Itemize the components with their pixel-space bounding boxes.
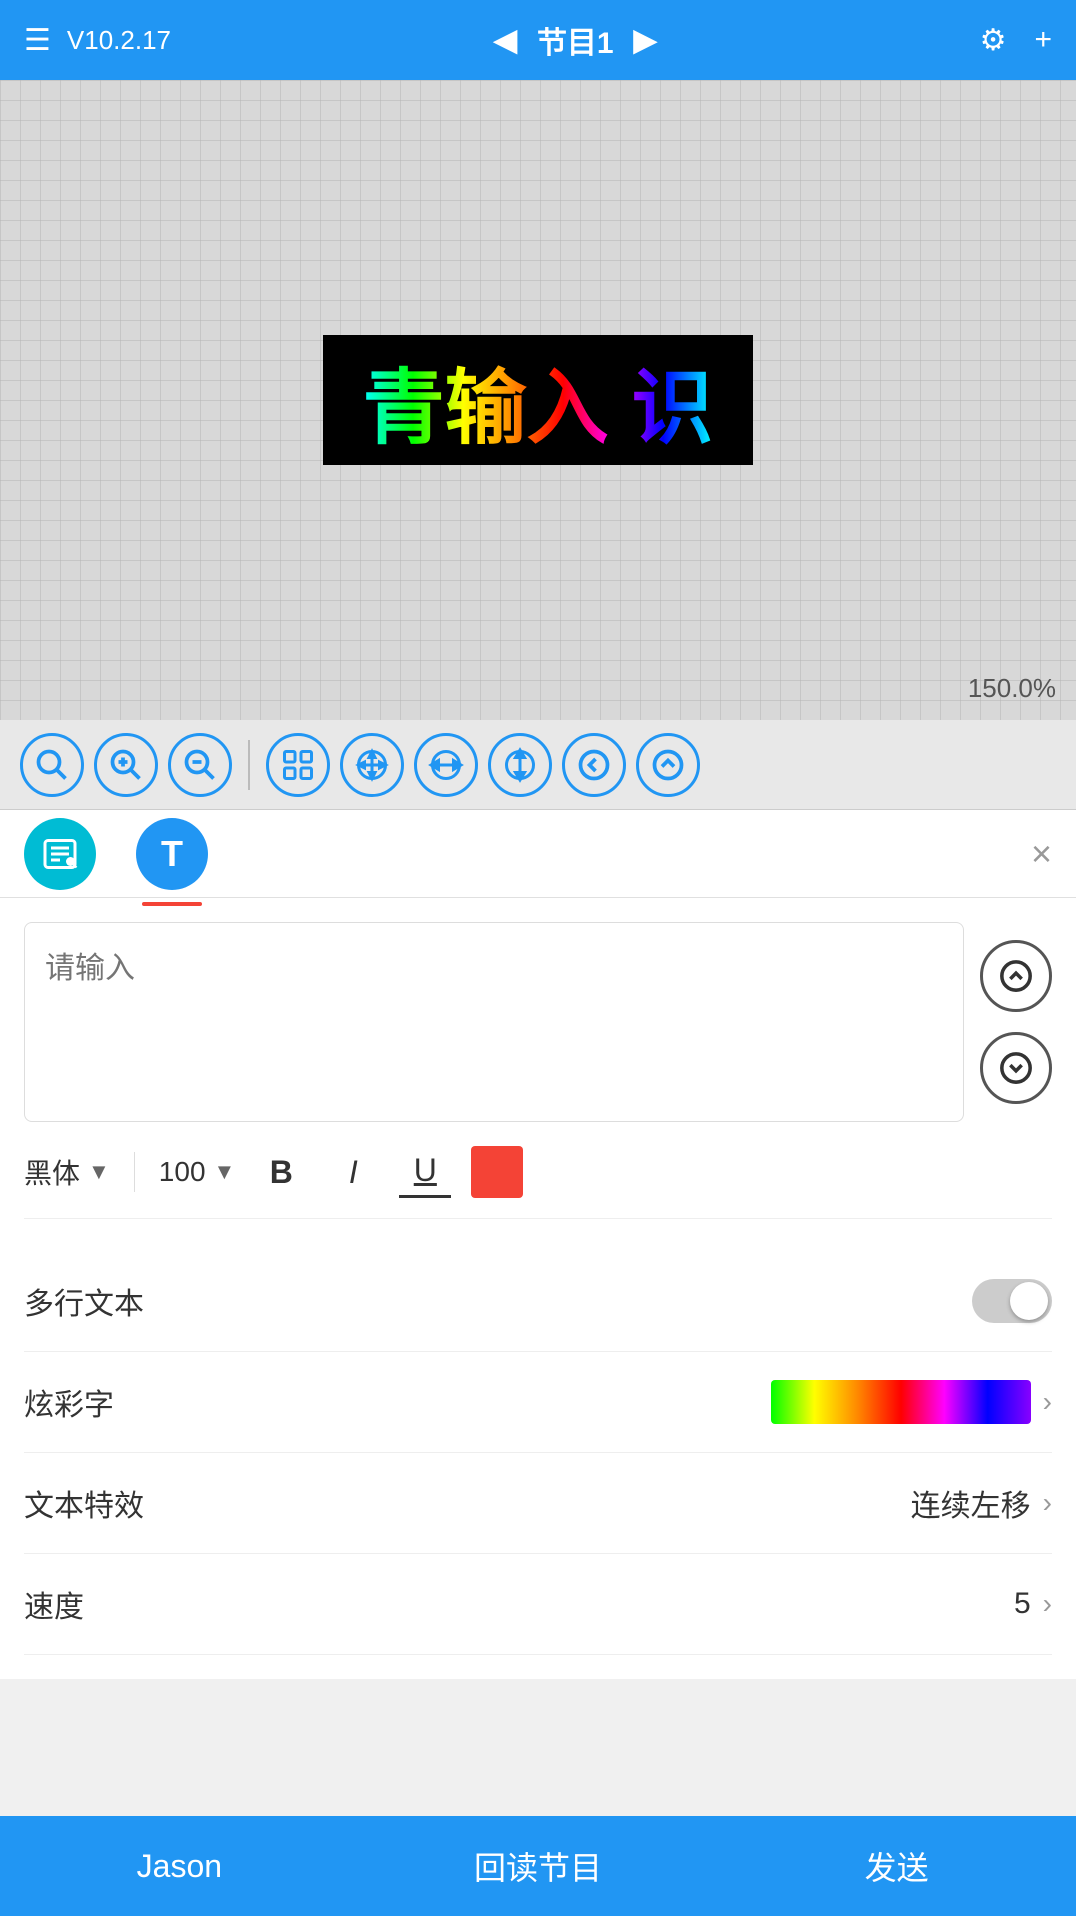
app-header: ☰ V10.2.17 ◀ 节目1 ▶ ⚙ + [0,0,1076,80]
grid-button[interactable] [266,733,330,797]
text-up-button[interactable] [980,940,1052,1012]
text-input[interactable] [24,922,964,1122]
font-dropdown-arrow: ▼ [88,1159,110,1185]
bottom-bar: Jason 回读节目 发送 [0,1816,1076,1916]
canvas-area: 青输入 识 150.0% [0,80,1076,720]
move-all-button[interactable] [340,733,404,797]
underline-button[interactable]: U [399,1146,451,1198]
move-horizontal-button[interactable] [414,733,478,797]
format-row: 黑体 ▼ 100 ▼ B I U [24,1146,1052,1219]
text-arrows [980,922,1052,1122]
text-down-button[interactable] [980,1032,1052,1104]
tab-close-button[interactable]: × [1031,833,1052,875]
rainbow-chevron[interactable]: › [1043,1386,1052,1418]
led-preview[interactable]: 青输入 识 [323,335,753,465]
menu-icon[interactable]: ☰ [24,23,51,58]
settings-icon[interactable]: ⚙ [980,23,1007,58]
tab-text[interactable]: T [136,818,208,890]
zoom-search-button[interactable] [20,733,84,797]
read-program-button[interactable]: 回读节目 [359,1816,718,1916]
arrow-up-button[interactable] [636,733,700,797]
add-icon[interactable]: + [1034,23,1052,57]
speed-label: 速度 [24,1582,84,1626]
toolbar [0,720,1076,810]
program-title: 节目1 [537,18,614,62]
tab-bar: T × [0,810,1076,898]
effect-chevron[interactable]: › [1043,1487,1052,1519]
bold-button[interactable]: B [255,1146,307,1198]
multiline-setting-row: 多行文本 [24,1251,1052,1352]
version-label: V10.2.17 [67,25,171,56]
multiline-toggle[interactable] [972,1279,1052,1323]
font-name-label: 黑体 [24,1152,80,1192]
zoom-out-button[interactable] [168,733,232,797]
effect-value: 连续左移 [911,1481,1031,1525]
color-picker[interactable] [471,1146,523,1198]
toggle-knob [1010,1282,1048,1320]
move-vertical-button[interactable] [488,733,552,797]
effect-setting-row: 文本特效 连续左移 › [24,1453,1052,1554]
speed-value: 5 [1014,1587,1031,1621]
speed-setting-row: 速度 5 › [24,1554,1052,1655]
toolbar-divider [248,740,250,790]
content-panel: 黑体 ▼ 100 ▼ B I U 多行文本 炫彩字 › 文本特效 [0,898,1076,1679]
send-button[interactable]: 发送 [717,1816,1076,1916]
arrow-left-button[interactable] [562,733,626,797]
zoom-in-button[interactable] [94,733,158,797]
led-preview-text: 青输入 识 [363,341,714,460]
prev-program-button[interactable]: ◀ [494,23,517,58]
program-nav: ◀ 节目1 ▶ [494,18,657,62]
font-select[interactable]: 黑体 ▼ [24,1152,110,1192]
font-size-label: 100 [159,1156,206,1188]
size-dropdown-arrow: ▼ [214,1159,236,1185]
size-select[interactable]: 100 ▼ [159,1156,236,1188]
multiline-label: 多行文本 [24,1279,144,1323]
rainbow-setting-row: 炫彩字 › [24,1352,1052,1453]
jason-button[interactable]: Jason [0,1816,359,1916]
tab-settings[interactable] [24,818,96,890]
text-input-row [24,922,1052,1122]
zoom-level: 150.0% [968,673,1056,704]
format-divider-1 [134,1152,135,1192]
rainbow-bar[interactable] [771,1380,1031,1424]
effect-label: 文本特效 [24,1481,144,1525]
rainbow-label: 炫彩字 [24,1380,114,1424]
next-program-button[interactable]: ▶ [634,23,657,58]
italic-button[interactable]: I [327,1146,379,1198]
speed-chevron[interactable]: › [1043,1588,1052,1620]
